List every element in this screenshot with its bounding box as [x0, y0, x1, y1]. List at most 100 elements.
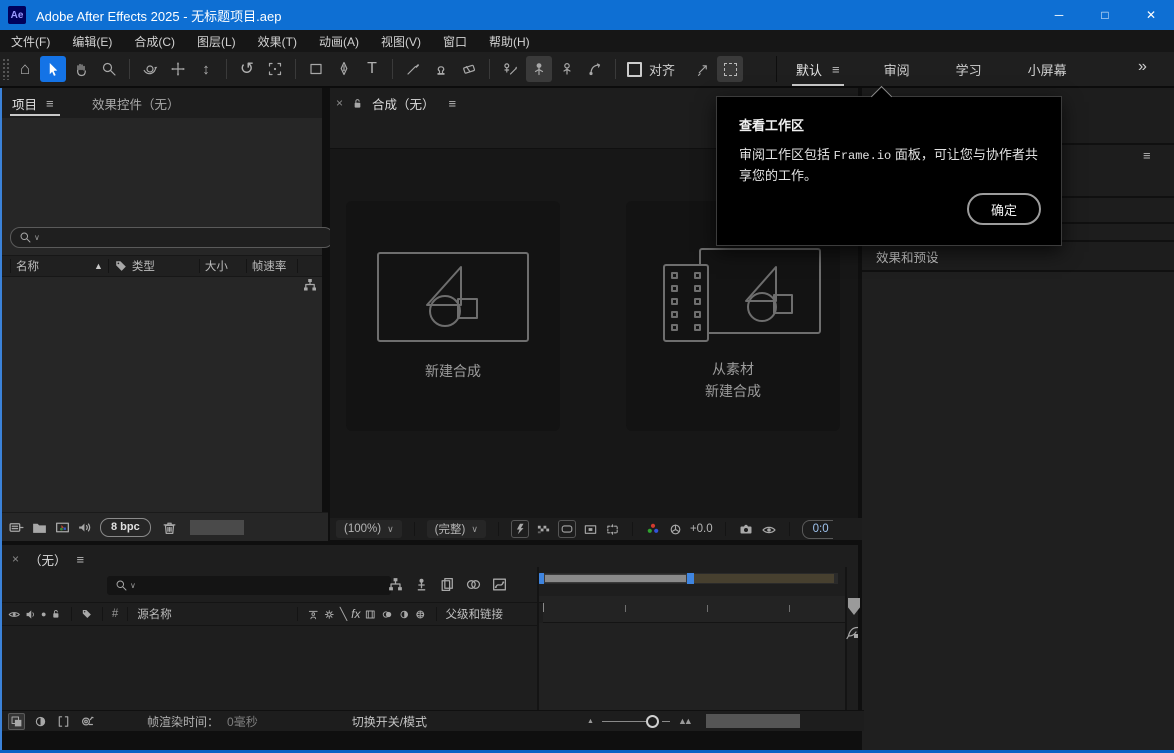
menu-edit[interactable]: 编辑(E)	[61, 30, 123, 52]
comp-flowchart-icon[interactable]	[387, 576, 404, 593]
minimize-button[interactable]: ─	[1036, 0, 1082, 30]
channel-rgb-icon[interactable]	[645, 521, 661, 537]
exposure-icon[interactable]	[668, 522, 683, 537]
shy-icon[interactable]	[307, 607, 320, 622]
column-source-name[interactable]: 源名称	[137, 606, 225, 622]
menu-file[interactable]: 文件(F)	[0, 30, 61, 52]
panel-menu-icon[interactable]: ≡	[46, 96, 54, 111]
transparency-grid-icon[interactable]	[536, 522, 551, 537]
workspace-overflow-icon[interactable]: »	[1138, 58, 1147, 76]
transfer-controls-icon[interactable]	[33, 714, 48, 729]
home-icon[interactable]: ⌂	[12, 56, 38, 82]
delete-trash-icon[interactable]	[161, 519, 178, 536]
exposure-value[interactable]: +0.0	[690, 523, 713, 535]
pen-tool[interactable]	[331, 56, 357, 82]
time-ruler[interactable]	[537, 596, 845, 623]
timeline-h-scrollbar[interactable]	[706, 714, 800, 728]
brush-tool[interactable]	[400, 56, 426, 82]
render-time-snail-icon[interactable]	[79, 713, 95, 729]
timeline-zoom-slider[interactable]	[602, 715, 670, 728]
column-name[interactable]: 名称	[16, 258, 94, 274]
tab-effect-controls[interactable]: 效果控件（无）	[92, 92, 180, 114]
rectangle-tool[interactable]	[303, 56, 329, 82]
project-search-input[interactable]: ∨	[10, 227, 334, 248]
draft-3d-icon[interactable]	[413, 576, 430, 593]
work-area-gray-segment[interactable]	[544, 574, 687, 583]
column-size[interactable]: 大小	[205, 258, 241, 274]
show-snapshot-eye-icon[interactable]	[761, 521, 777, 537]
new-composition-icon[interactable]	[54, 519, 71, 536]
menu-help[interactable]: 帮助(H)	[478, 30, 541, 52]
comp-tab-close-icon[interactable]: ×	[336, 96, 343, 110]
zoom-tool[interactable]	[96, 56, 122, 82]
project-flowchart-icon[interactable]	[302, 277, 318, 293]
workspace-menu-icon[interactable]: ≡	[832, 62, 840, 77]
expand-layer-switches-icon[interactable]	[8, 713, 25, 730]
comp-timecode[interactable]: 0:0	[802, 520, 833, 539]
collapse-transformations-icon[interactable]	[323, 607, 336, 622]
comp-marker-bin[interactable]	[848, 598, 860, 615]
bit-depth-button[interactable]: 8 bpc	[100, 518, 151, 537]
lock-column-icon[interactable]	[50, 607, 62, 621]
interpret-footage-icon[interactable]	[8, 519, 25, 536]
magnification-dropdown[interactable]: (100%)∨	[336, 520, 402, 538]
workspace-tab-review[interactable]: 审阅	[870, 57, 924, 81]
timeline-tab-label[interactable]: （无）	[29, 550, 67, 569]
video-eye-icon[interactable]	[8, 607, 21, 622]
menu-composition[interactable]: 合成(C)	[123, 30, 186, 52]
snap-checkbox[interactable]	[627, 62, 642, 77]
resolution-dropdown[interactable]: (完整)∨	[427, 520, 486, 538]
puppet-bend-pin-icon[interactable]	[582, 56, 608, 82]
comp-tab-label[interactable]: 合成（无）	[372, 94, 435, 113]
fast-preview-icon[interactable]	[511, 520, 529, 538]
pan-camera-tool[interactable]	[165, 56, 191, 82]
solo-icon[interactable]: ●	[41, 609, 46, 619]
menu-animation[interactable]: 动画(A)	[308, 30, 370, 52]
audio-speaker-icon[interactable]	[25, 607, 38, 622]
toolbar-grip[interactable]	[2, 58, 9, 80]
camera-region-icon[interactable]	[262, 56, 288, 82]
toggle-switches-button[interactable]: 切换开关/模式	[352, 713, 427, 730]
zoom-out-mountain-icon[interactable]: ▲	[587, 718, 594, 725]
quality-icon[interactable]: ╲	[340, 607, 347, 621]
zoom-in-mountains-icon[interactable]: ▲▲	[678, 716, 690, 726]
right-panel-menu-icon[interactable]: ≡	[1143, 148, 1151, 163]
new-folder-icon[interactable]	[31, 519, 48, 536]
column-parent-link[interactable]: 父级和链接	[446, 606, 519, 622]
workspace-tab-learn[interactable]: 学习	[942, 57, 996, 81]
workspace-tab-small-screen[interactable]: 小屏幕	[1014, 57, 1081, 81]
orbit-camera-tool[interactable]	[137, 56, 163, 82]
crop-region-icon[interactable]	[605, 522, 620, 537]
selection-tool[interactable]	[40, 56, 66, 82]
effects-presets-header[interactable]: 效果和预设	[876, 244, 939, 268]
menu-layer[interactable]: 图层(L)	[186, 30, 247, 52]
work-area-remainder[interactable]	[694, 574, 834, 583]
effects-fx-icon[interactable]: fx	[351, 607, 360, 621]
tooltip-ok-button[interactable]: 确定	[967, 193, 1041, 225]
puppet-position-pin-icon[interactable]	[526, 56, 552, 82]
work-area-end-handle[interactable]	[687, 573, 694, 584]
column-index[interactable]: #	[112, 608, 118, 620]
lock-icon[interactable]	[351, 97, 364, 110]
column-frame-rate[interactable]: 帧速率	[252, 258, 292, 274]
dolly-camera-tool[interactable]: ↕	[193, 56, 219, 82]
label-tag-icon[interactable]	[114, 259, 128, 273]
workspace-tab-default[interactable]: 默认 ≡	[788, 57, 848, 81]
timeline-track-area[interactable]	[539, 623, 845, 713]
hand-tool[interactable]	[68, 56, 94, 82]
search-dropdown-icon[interactable]: ∨	[34, 233, 40, 242]
in-out-panes-icon[interactable]	[56, 714, 71, 729]
column-type[interactable]: 类型	[132, 258, 194, 274]
graph-editor-icon[interactable]	[491, 576, 508, 593]
frame-blend-column-icon[interactable]	[364, 607, 377, 622]
close-button[interactable]: ✕	[1128, 0, 1174, 30]
tab-project[interactable]: 项目 ≡	[12, 92, 54, 114]
new-composition-card[interactable]: 新建合成	[346, 201, 560, 431]
timeline-tab-close-icon[interactable]: ×	[12, 552, 19, 566]
audio-icon[interactable]	[77, 519, 94, 536]
type-tool[interactable]: T	[359, 56, 385, 82]
mask-expansion-icon[interactable]	[717, 56, 743, 82]
frame-blend-icon[interactable]	[439, 576, 456, 593]
timeline-panel-menu-icon[interactable]: ≡	[77, 552, 85, 567]
snapshot-camera-icon[interactable]	[738, 521, 754, 537]
